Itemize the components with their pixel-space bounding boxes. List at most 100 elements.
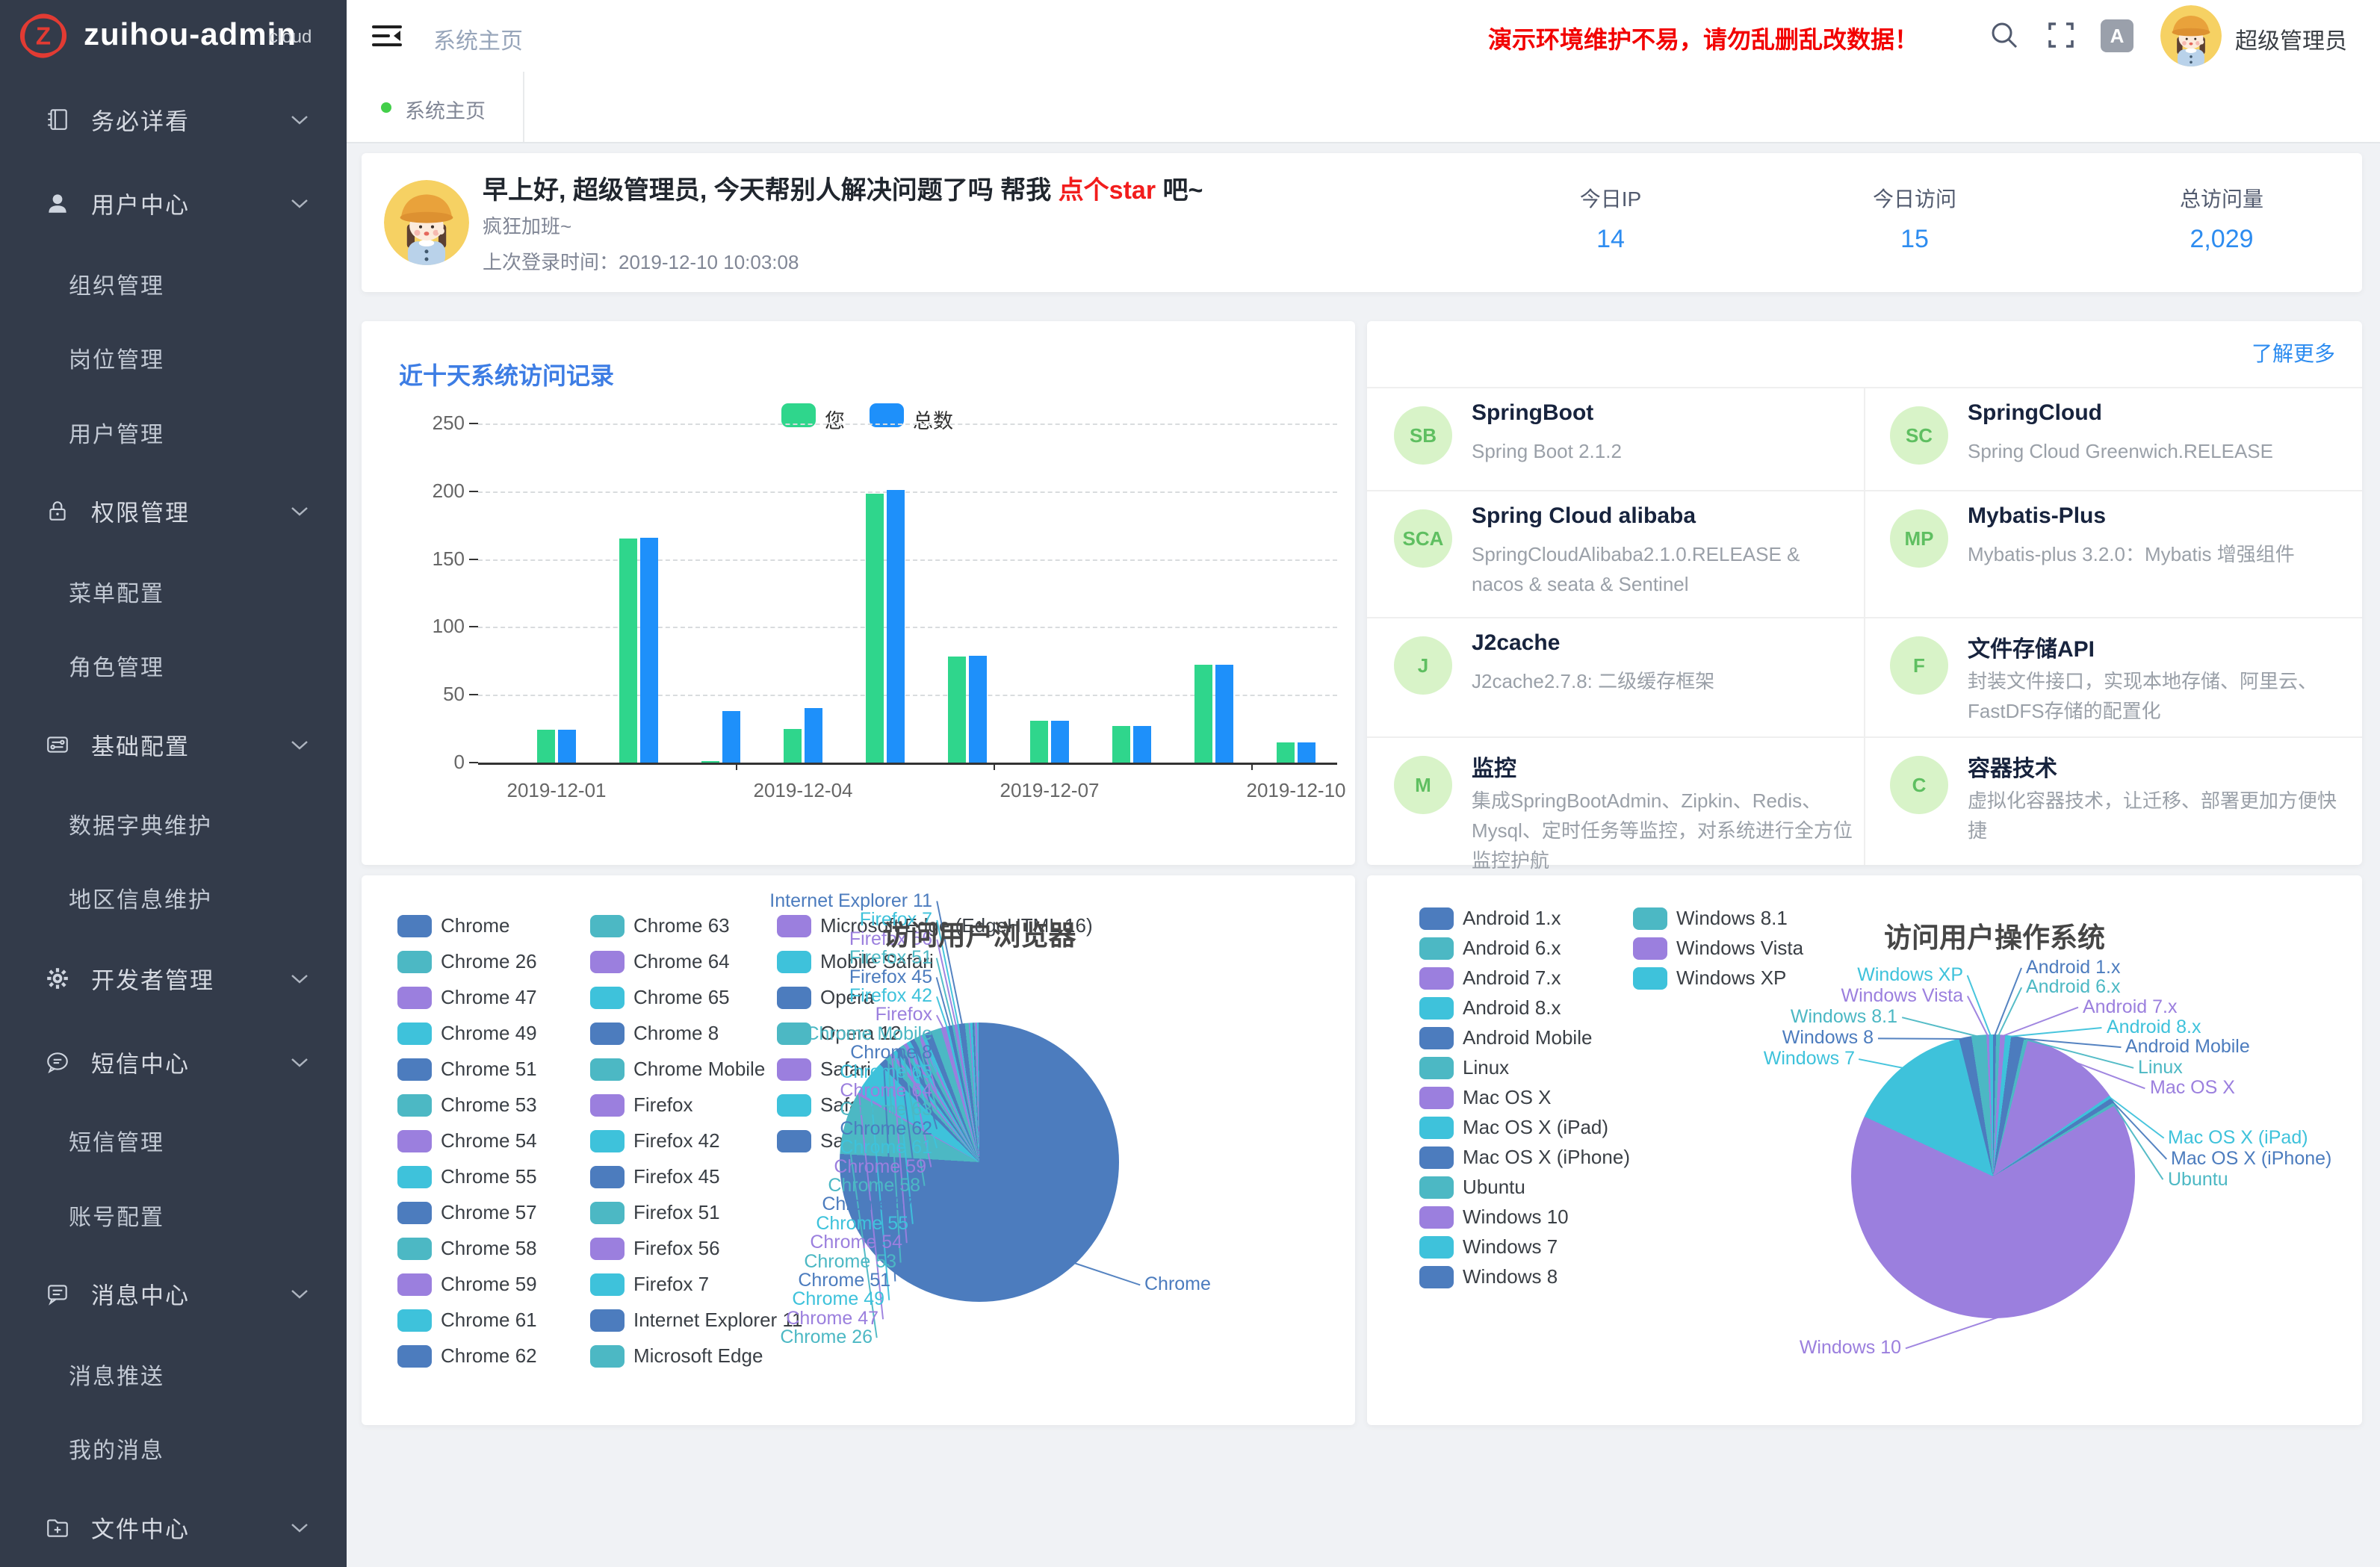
sidebar-item-2[interactable]: 组织管理 <box>0 248 347 320</box>
legend-item-Opera[interactable] <box>777 987 811 1009</box>
sidebar-item-13[interactable]: 短信管理 <box>0 1105 347 1176</box>
fullscreen-icon[interactable] <box>2044 18 2078 52</box>
legend-item-Firefox 56[interactable] <box>590 1238 625 1260</box>
bar-you-2019-12-08 <box>1112 726 1130 763</box>
sidebar-group-label: 用户中心 <box>91 187 190 220</box>
avatar[interactable] <box>2160 5 2222 66</box>
legend-item-Firefox[interactable] <box>590 1094 625 1117</box>
legend-item-Firefox 42[interactable] <box>590 1130 625 1152</box>
legend-item-Chrome 65[interactable] <box>590 987 625 1009</box>
sidebar-group-label: 务必详看 <box>91 103 190 137</box>
tech-desc: Spring Boot 2.1.2 <box>1472 436 1853 466</box>
legend-item-Android Mobile[interactable] <box>1419 1027 1454 1049</box>
legend-label: Chrome 53 <box>441 1093 537 1117</box>
legend-item-Windows 7[interactable] <box>1419 1236 1454 1259</box>
legend-item-Chrome 47[interactable] <box>397 987 432 1009</box>
legend-item-Mac OS X (iPad)[interactable] <box>1419 1117 1454 1139</box>
legend-item-Chrome[interactable] <box>397 915 432 937</box>
legend-item-Chrome 63[interactable] <box>590 915 625 937</box>
legend-item-Android 7.x[interactable] <box>1419 967 1454 990</box>
stats-zone: 今日IP14今日访问15总访问量2,029 <box>362 153 2362 292</box>
legend-item-Microsoft Edge (EdgeHTML 16)[interactable] <box>777 915 811 937</box>
pie-label-connector <box>1878 1037 1965 1040</box>
legend-item-Safari 9[interactable] <box>777 1130 811 1152</box>
x-axis-label: 2019-12-07 <box>967 779 1132 801</box>
sidebar-group-11[interactable]: 开发者管理 <box>0 943 347 1014</box>
legend-item-Windows 10[interactable] <box>1419 1206 1454 1229</box>
legend-item-Chrome 58[interactable] <box>397 1238 432 1260</box>
sidebar-item-9[interactable]: 数据字典维护 <box>0 788 347 860</box>
legend-item-Chrome 55[interactable] <box>397 1166 432 1188</box>
breadcrumb[interactable]: 系统主页 <box>433 22 523 55</box>
legend-item-Windows Vista[interactable] <box>1633 937 1667 960</box>
legend-item-Safari[interactable] <box>777 1058 811 1081</box>
legend-item-Chrome 51[interactable] <box>397 1058 432 1081</box>
legend-item-Safari 11[interactable] <box>777 1094 811 1117</box>
legend-item-Windows 8[interactable] <box>1419 1266 1454 1288</box>
legend-item-Windows 8.1[interactable] <box>1633 907 1667 930</box>
legend-item-Chrome Mobile[interactable] <box>590 1058 625 1081</box>
legend-item-Firefox 51[interactable] <box>590 1202 625 1224</box>
sidebar-item-4[interactable]: 用户管理 <box>0 397 347 468</box>
search-icon[interactable] <box>1987 18 2021 52</box>
sidebar-item-label: 短信管理 <box>69 1124 164 1157</box>
legend-item-Chrome 59[interactable] <box>397 1273 432 1296</box>
legend-item-Chrome 57[interactable] <box>397 1202 432 1224</box>
legend-item-Ubuntu[interactable] <box>1419 1176 1454 1199</box>
sidebar-item-7[interactable]: 角色管理 <box>0 630 347 701</box>
sidebar-item-label: 消息推送 <box>69 1358 164 1391</box>
legend-label: Chrome 26 <box>441 950 537 973</box>
sidebar-item-10[interactable]: 地区信息维护 <box>0 862 347 934</box>
menu-collapse-icon[interactable] <box>371 19 403 52</box>
current-user-name[interactable]: 超级管理员 <box>2235 22 2347 55</box>
sidebar-item-17[interactable]: 我的消息 <box>0 1412 347 1484</box>
sidebar-group-8[interactable]: 基础配置 <box>0 709 347 781</box>
language-icon[interactable]: A文 <box>2101 19 2133 52</box>
legend-item-Mac OS X[interactable] <box>1419 1087 1454 1109</box>
legend-item-Firefox 45[interactable] <box>590 1166 625 1188</box>
sidebar-item-16[interactable]: 消息推送 <box>0 1338 347 1410</box>
legend-item-Mac OS X (iPhone)[interactable] <box>1419 1146 1454 1169</box>
legend-item-Chrome 62[interactable] <box>397 1345 432 1368</box>
tab-label: 系统主页 <box>405 95 486 124</box>
legend-item-Chrome 54[interactable] <box>397 1130 432 1152</box>
legend-item-Android 1.x[interactable] <box>1419 907 1454 930</box>
legend-item-Chrome 49[interactable] <box>397 1023 432 1045</box>
sidebar-group-label: 短信中心 <box>91 1046 190 1079</box>
y-axis-label: 150 <box>405 547 465 570</box>
legend-item-Chrome 8[interactable] <box>590 1023 625 1045</box>
pie-slice-label: Chrome <box>1144 1273 1211 1295</box>
legend-item-Chrome 53[interactable] <box>397 1094 432 1117</box>
sidebar-group-18[interactable]: 文件中心 <box>0 1492 347 1563</box>
legend-item-Microsoft Edge[interactable] <box>590 1345 625 1368</box>
bar-total-2019-12-09 <box>1215 665 1233 763</box>
legend-item-Mobile Safari[interactable] <box>777 951 811 973</box>
legend-item-Internet Explorer 11[interactable] <box>590 1309 625 1332</box>
sidebar-item-6[interactable]: 菜单配置 <box>0 556 347 627</box>
legend-item-Chrome 26[interactable] <box>397 951 432 973</box>
legend-item-Chrome 61[interactable] <box>397 1309 432 1332</box>
sidebar-group-5[interactable]: 权限管理 <box>0 475 347 547</box>
legend-item-Android 6.x[interactable] <box>1419 937 1454 960</box>
sidebar-item-3[interactable]: 岗位管理 <box>0 322 347 394</box>
tech-avatar-J: J <box>1394 636 1452 695</box>
legend-item-Firefox 7[interactable] <box>590 1273 625 1296</box>
y-axis-label: 200 <box>405 480 465 502</box>
sidebar-group-label: 文件中心 <box>91 1511 190 1545</box>
sidebar-group-15[interactable]: 消息中心 <box>0 1258 347 1329</box>
legend-item-Android 8.x[interactable] <box>1419 997 1454 1020</box>
sidebar-group-0[interactable]: 务必详看 <box>0 84 347 155</box>
legend-item-Chrome 64[interactable] <box>590 951 625 973</box>
legend-label: Chrome <box>441 914 509 937</box>
sidebar-group-1[interactable]: 用户中心 <box>0 167 347 239</box>
sidebar-group-12[interactable]: 短信中心 <box>0 1026 347 1098</box>
app-logo[interactable]: Z zuihou-admin cloud <box>0 0 347 72</box>
sidebar-group-label: 消息中心 <box>91 1277 190 1311</box>
legend-label: Firefox <box>633 1093 692 1117</box>
tab-system-home[interactable]: 系统主页 <box>347 72 524 142</box>
legend-item-Windows XP[interactable] <box>1633 967 1667 990</box>
legend-item-Linux[interactable] <box>1419 1057 1454 1079</box>
legend-label: Chrome 47 <box>441 986 537 1009</box>
user-icon <box>45 190 70 216</box>
sidebar-item-14[interactable]: 账号配置 <box>0 1179 347 1251</box>
